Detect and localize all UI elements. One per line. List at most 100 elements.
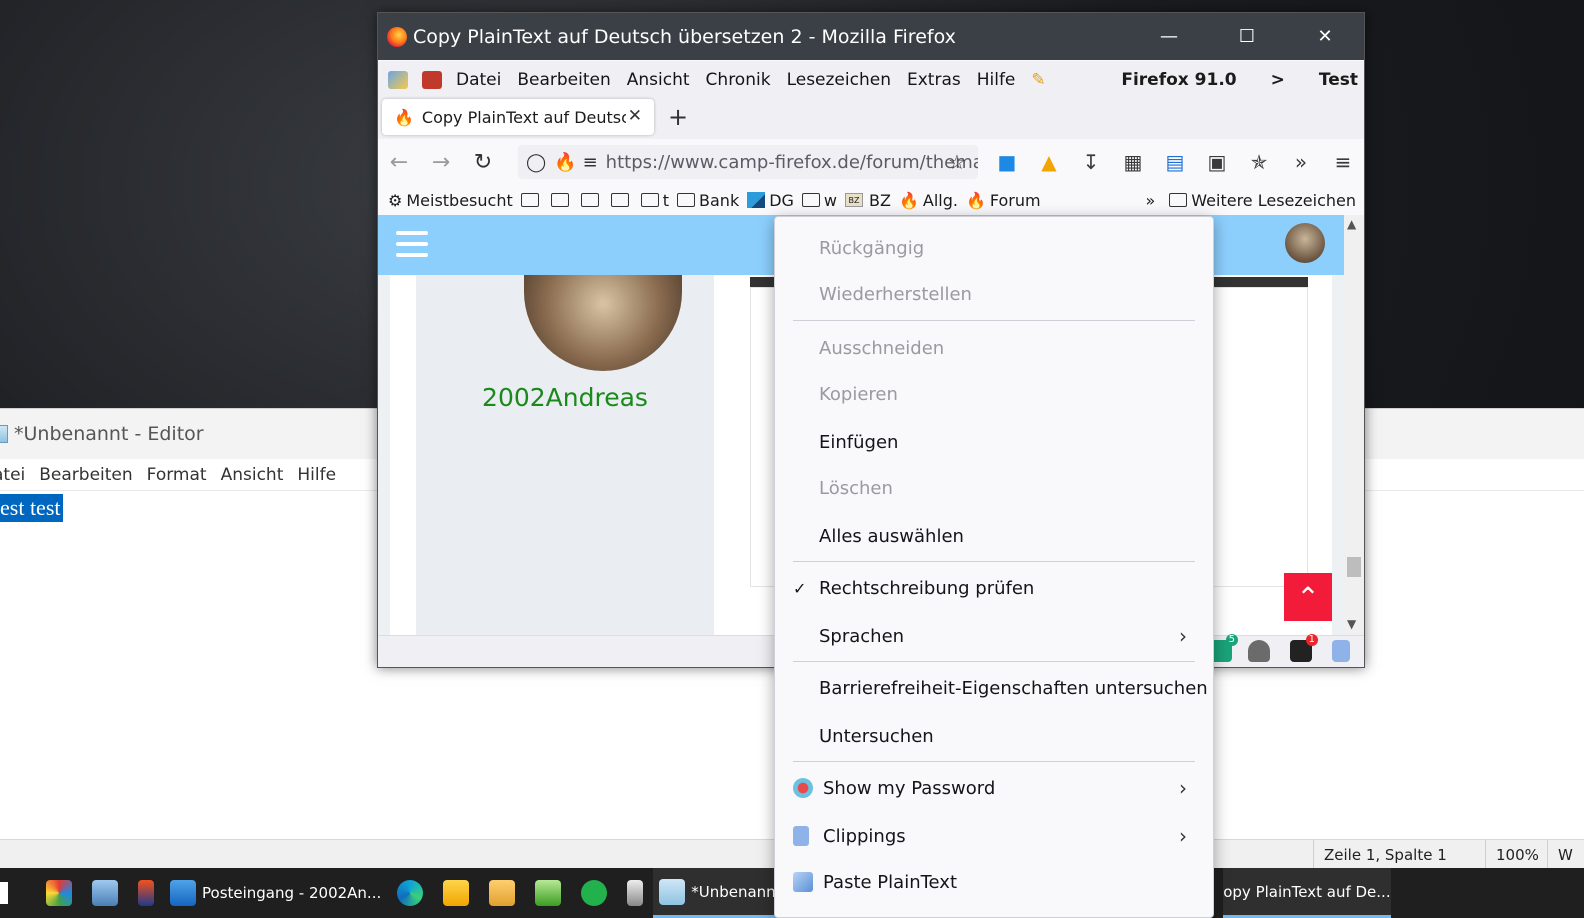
menu-item-copy[interactable]: Kopieren (775, 371, 1215, 417)
folder-icon[interactable]: ■ (986, 150, 1028, 174)
extensions-icon[interactable]: ✯ (1238, 150, 1280, 174)
bookmark-folder-2[interactable] (550, 193, 573, 207)
overflow-chevron-icon[interactable]: » (1280, 150, 1322, 174)
menu-help[interactable]: Hilfe (977, 70, 1016, 90)
app-icon-key[interactable] (489, 880, 516, 906)
menu-item-inspect[interactable]: Untersuchen (775, 713, 1215, 759)
bookmark-folder-1[interactable] (520, 193, 543, 207)
notepad-menu-format[interactable]: Format (147, 465, 207, 485)
menu-item-accessibility[interactable]: Barrierefreiheit-Eigenschaften untersuch… (775, 665, 1215, 711)
addon-r-icon[interactable]: 1 (1290, 634, 1318, 662)
menu-item-paste[interactable]: Einfügen (775, 419, 1215, 465)
tab-close-icon[interactable]: ✕ (628, 106, 642, 126)
menu-bookmarks[interactable]: Lesezeichen (787, 70, 891, 90)
menu-item-languages[interactable]: Sprachen › (775, 613, 1215, 659)
app-icon-1[interactable] (46, 880, 72, 906)
hamburger-menu-icon[interactable]: ≡ (1322, 150, 1364, 174)
bookmarks-overflow-chevron-icon[interactable]: » (1145, 191, 1155, 210)
menu-item-show-password[interactable]: Show my Password › (775, 765, 1215, 811)
menu-item-delete[interactable]: Löschen (775, 465, 1215, 511)
menu-edit[interactable]: Bearbeiten (517, 70, 610, 90)
notepad-selected-text[interactable]: est test (0, 494, 63, 522)
app-icon-sheet[interactable] (535, 880, 562, 906)
bookmark-most-visited[interactable]: ⚙ Meistbesucht (388, 191, 513, 210)
notes-icon[interactable]: ✎ (1031, 70, 1045, 90)
screenshot-icon[interactable]: ▣ (1196, 150, 1238, 174)
chevron-right-icon: › (1179, 776, 1187, 800)
menu-item-spellcheck[interactable]: ✓ Rechtschreibung prüfen (775, 565, 1215, 611)
edge-icon[interactable] (397, 880, 424, 906)
notepad-menu-edit[interactable]: Bearbeiten (39, 465, 132, 485)
menubar-arrow[interactable]: > (1271, 70, 1285, 90)
bookmark-other[interactable]: Weitere Lesezeichen (1169, 191, 1356, 210)
notepad-menu-help[interactable]: Hilfe (297, 465, 336, 485)
bookmark-folder-t[interactable]: t (640, 191, 669, 210)
menu-history[interactable]: Chronik (706, 70, 771, 90)
bookmark-bz[interactable]: BZ BZ (845, 191, 891, 210)
sidebar-toggle-icon[interactable] (388, 71, 408, 89)
explorer-icon[interactable] (443, 880, 470, 906)
menu-item-select-all[interactable]: Alles auswählen (775, 513, 1215, 559)
notepad-menu-view[interactable]: Ansicht (221, 465, 284, 485)
bookmark-folder-w[interactable]: w (801, 191, 837, 210)
calendar-icon[interactable] (422, 71, 442, 89)
download-icon[interactable]: ↧ (1070, 150, 1112, 174)
bookmark-folder-3[interactable] (580, 193, 603, 207)
toolbar-addon-icon[interactable]: ▤ (1154, 150, 1196, 174)
profile-avatar[interactable] (524, 275, 682, 371)
bookmark-star-icon[interactable]: ☆ (942, 150, 972, 174)
user-avatar[interactable] (1285, 223, 1325, 263)
app-icon-3[interactable] (138, 880, 154, 906)
ublock-icon[interactable] (1248, 640, 1270, 662)
open-folder-icon[interactable]: ▲ (1028, 150, 1070, 174)
bookmark-forum[interactable]: 🔥 Forum (966, 191, 1041, 210)
scrollbar-thumb[interactable] (1347, 557, 1361, 577)
bookmark-folder-bank[interactable]: Bank (677, 191, 739, 210)
clippings-toolbar-icon[interactable] (1332, 640, 1350, 662)
bookmark-dg[interactable]: DG (747, 191, 794, 210)
minimize-button[interactable]: — (1130, 13, 1208, 60)
url-bar[interactable]: ◯ 🔥 ≡ https://www.camp-firefox.de/forum/… (518, 145, 978, 179)
menu-item-redo[interactable]: Wiederherstellen (775, 271, 1215, 317)
maximize-button[interactable]: ☐ (1208, 13, 1286, 60)
close-button[interactable]: ✕ (1286, 13, 1364, 60)
taskbar-firefox[interactable]: opy PlainText auf De... (1223, 868, 1392, 918)
scroll-down-icon[interactable]: ▼ (1347, 617, 1356, 631)
scroll-up-icon[interactable]: ▲ (1347, 217, 1356, 231)
menu-item-clippings[interactable]: Clippings › (775, 813, 1215, 859)
scroll-to-top-button[interactable]: ⌃ (1284, 573, 1332, 621)
menu-item-paste-plaintext[interactable]: Paste PlainText (775, 859, 1215, 905)
menubar-test[interactable]: Test (1319, 70, 1358, 90)
hamburger-menu-icon[interactable] (396, 231, 428, 257)
menu-file[interactable]: Datei (456, 70, 501, 90)
status-extra: W (1547, 840, 1584, 870)
bookmark-allg[interactable]: 🔥 Allg. (899, 191, 958, 210)
profile-username[interactable]: 2002Andreas (416, 383, 714, 412)
new-tab-button[interactable]: + (668, 103, 688, 131)
start-button[interactable] (0, 882, 8, 904)
notepad-menu-file[interactable]: atei (0, 465, 25, 485)
app-icon-2[interactable] (92, 880, 118, 906)
menu-item-clippings-label: Clippings (823, 825, 906, 847)
reload-button[interactable]: ↻ (462, 150, 504, 175)
back-button[interactable]: ← (378, 150, 420, 175)
taskbar-firefox-label: opy PlainText auf De... (1223, 882, 1391, 901)
firefox-version: Firefox 91.0 (1121, 70, 1237, 90)
bookmark-folder-4[interactable] (610, 193, 633, 207)
shield-icon[interactable]: ◯ (526, 152, 546, 173)
permissions-icon[interactable]: ≡ (583, 152, 598, 173)
url-text[interactable]: https://www.camp-firefox.de/forum/thema (606, 152, 978, 173)
menu-view[interactable]: Ansicht (627, 70, 690, 90)
page-scrollbar[interactable]: ▲ ▼ (1344, 215, 1364, 635)
menu-tools[interactable]: Extras (907, 70, 961, 90)
menu-item-undo[interactable]: Rückgängig (775, 225, 1215, 271)
app-icon-tool[interactable] (627, 880, 644, 906)
menu-item-cut[interactable]: Ausschneiden (775, 325, 1215, 371)
tab-active[interactable]: 🔥 Copy PlainText auf Deutsch übersetzen … (382, 99, 654, 135)
firefox-title-bar[interactable]: Copy PlainText auf Deutsch übersetzen 2 … (378, 13, 1364, 60)
forward-button[interactable]: → (420, 150, 462, 175)
taskbar-outlook[interactable]: Posteingang - 2002An... (164, 868, 387, 918)
clapper-icon[interactable]: ▦ (1112, 150, 1154, 174)
check-icon[interactable] (581, 880, 608, 906)
taskbar-notepad[interactable]: *Unbenannt - Ed (653, 868, 790, 918)
